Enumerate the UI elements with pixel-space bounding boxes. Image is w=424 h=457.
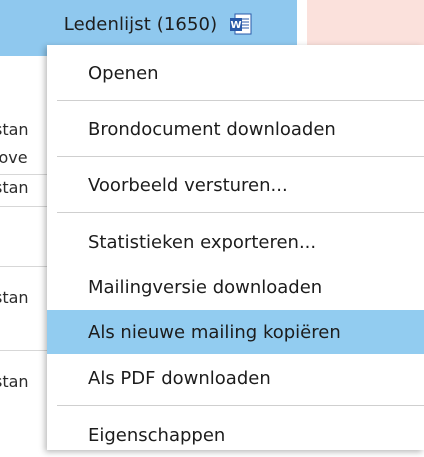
menu-item-mailingversie-downloaden[interactable]: Mailingversie downloaden xyxy=(47,265,424,309)
context-menu: Openen Brondocument downloaden Voorbeeld… xyxy=(47,45,424,450)
menu-item-label: Openen xyxy=(88,62,159,84)
menu-item-als-nieuwe-mailing-kopieren[interactable]: Als nieuwe mailing kopiëren xyxy=(47,310,424,354)
menu-item-label: Voorbeeld versturen... xyxy=(88,174,288,196)
menu-item-label: Eigenschappen xyxy=(88,424,226,446)
svg-text:W: W xyxy=(231,20,242,31)
menu-item-voorbeeld-versturen[interactable]: Voorbeeld versturen... xyxy=(47,163,424,207)
menu-separator xyxy=(57,156,424,157)
word-document-icon: W xyxy=(229,12,253,36)
menu-item-label: Statistieken exporteren... xyxy=(88,231,317,253)
menu-item-label: Als PDF downloaden xyxy=(88,367,271,389)
menu-item-label: Als nieuwe mailing kopiëren xyxy=(88,321,341,343)
menu-separator xyxy=(57,100,424,101)
menu-item-eigenschappen[interactable]: Eigenschappen xyxy=(47,413,424,457)
menu-separator xyxy=(57,212,424,213)
menu-item-als-pdf-downloaden[interactable]: Als PDF downloaden xyxy=(47,356,424,400)
menu-item-openen[interactable]: Openen xyxy=(47,51,424,95)
document-title: Ledenlijst (1650) xyxy=(63,13,218,35)
menu-separator xyxy=(57,405,424,406)
menu-item-label: Mailingversie downloaden xyxy=(88,276,323,298)
menu-item-label: Brondocument downloaden xyxy=(88,118,336,140)
menu-item-statistieken-exporteren[interactable]: Statistieken exporteren... xyxy=(47,220,424,264)
menu-item-brondocument-downloaden[interactable]: Brondocument downloaden xyxy=(47,107,424,151)
